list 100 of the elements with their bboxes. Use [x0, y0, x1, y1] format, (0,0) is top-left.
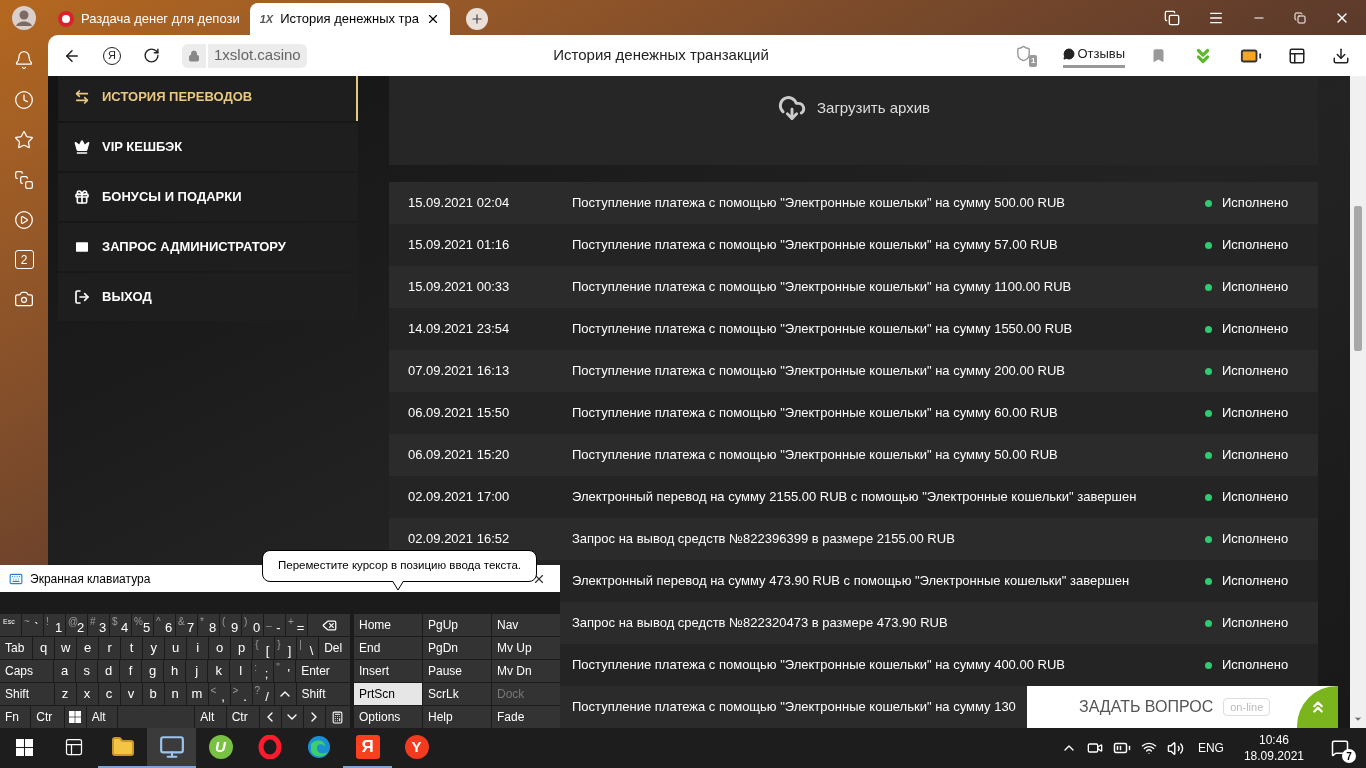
key[interactable]: t: [121, 637, 143, 659]
camera-icon[interactable]: [1086, 740, 1103, 756]
key[interactable]: $ 4: [110, 614, 131, 636]
key[interactable]: " ': [274, 660, 296, 682]
key[interactable]: k: [208, 660, 230, 682]
key[interactable]: y: [143, 637, 165, 659]
key[interactable]: g: [142, 660, 164, 682]
key[interactable]: [303, 706, 325, 728]
key[interactable]: [325, 706, 350, 728]
key[interactable]: Home: [354, 614, 422, 636]
star-icon[interactable]: [14, 130, 34, 150]
key[interactable]: x: [76, 683, 98, 705]
nav-item[interactable]: VIP КЕШБЭК: [58, 123, 358, 171]
key[interactable]: s: [76, 660, 98, 682]
key[interactable]: u: [165, 637, 187, 659]
key[interactable]: < ,: [208, 683, 230, 705]
key[interactable]: o: [209, 637, 231, 659]
scrollbar[interactable]: [1350, 76, 1366, 728]
key[interactable]: v: [120, 683, 142, 705]
key[interactable]: Tab: [0, 637, 33, 659]
key[interactable]: @2: [66, 614, 87, 636]
key[interactable]: Help: [423, 706, 491, 728]
key[interactable]: } ]: [275, 637, 297, 659]
key[interactable]: Pause: [423, 660, 491, 682]
key[interactable]: e: [77, 637, 99, 659]
key[interactable]: * 8: [198, 614, 219, 636]
key[interactable]: z: [54, 683, 76, 705]
key[interactable]: l: [230, 660, 252, 682]
key[interactable]: Alt: [195, 706, 226, 728]
key[interactable]: Caps: [0, 660, 54, 682]
notifications-button[interactable]: 7: [1320, 728, 1360, 768]
address-field[interactable]: 1xslot.casino: [208, 43, 307, 68]
key[interactable]: ScrLk: [423, 683, 491, 705]
key[interactable]: ( 9: [220, 614, 241, 636]
key[interactable]: ^ 6: [154, 614, 175, 636]
tabs-icon[interactable]: [1164, 9, 1180, 26]
key[interactable]: # 3: [88, 614, 109, 636]
key[interactable]: { [: [253, 637, 275, 659]
key[interactable]: & 7: [176, 614, 197, 636]
key[interactable]: h: [164, 660, 186, 682]
browser-tab[interactable]: Раздача денег для депози: [48, 3, 250, 35]
language-indicator[interactable]: ENG: [1193, 739, 1228, 757]
browser-tab[interactable]: 1X История денежных тра: [249, 3, 451, 35]
wifi-icon[interactable]: [1140, 740, 1157, 756]
restore-icon[interactable]: [1294, 11, 1306, 24]
key[interactable]: j: [186, 660, 208, 682]
key[interactable]: ) 0: [242, 614, 263, 636]
key[interactable]: Fn: [0, 706, 31, 728]
volume-icon[interactable]: [1166, 739, 1184, 757]
taskbar-button[interactable]: Y: [392, 728, 441, 768]
key[interactable]: Enter: [296, 660, 350, 682]
key[interactable]: : ;: [252, 660, 274, 682]
key[interactable]: End: [354, 637, 422, 659]
key[interactable]: w: [55, 637, 77, 659]
clock-icon[interactable]: [14, 90, 34, 110]
key[interactable]: [274, 683, 296, 705]
clock[interactable]: 10:46 18.09.2021: [1237, 732, 1310, 764]
nav-item[interactable]: ЗАПРОС АДМИНИСТРАТОРУ: [58, 223, 358, 271]
screenshot-icon[interactable]: [14, 289, 34, 309]
key[interactable]: [259, 706, 281, 728]
new-tab-button[interactable]: [466, 8, 489, 30]
scrollbar-thumb[interactable]: [1354, 206, 1362, 351]
key[interactable]: Ctr: [31, 706, 64, 728]
scroll-down-icon[interactable]: [1353, 714, 1363, 724]
key[interactable]: _ -: [264, 614, 285, 636]
counter-button[interactable]: 2: [14, 250, 34, 269]
key[interactable]: p: [231, 637, 253, 659]
key[interactable]: PgUp: [423, 614, 491, 636]
key[interactable]: Shift: [296, 683, 350, 705]
key[interactable]: n: [164, 683, 186, 705]
key[interactable]: i: [187, 637, 209, 659]
nav-item[interactable]: ИСТОРИЯ ПЕРЕВОДОВ: [58, 76, 358, 121]
avatar-icon[interactable]: [12, 6, 36, 30]
taskbar-button[interactable]: [147, 728, 196, 768]
collections-icon[interactable]: [14, 170, 34, 190]
key[interactable]: d: [98, 660, 120, 682]
key[interactable]: | \: [297, 637, 319, 659]
key[interactable]: %5: [132, 614, 153, 636]
key[interactable]: [64, 706, 86, 728]
key[interactable]: + =: [286, 614, 307, 636]
download-icon[interactable]: [1332, 46, 1350, 65]
key[interactable]: [308, 614, 350, 636]
key[interactable]: Insert: [354, 660, 422, 682]
reviews-button[interactable]: Отзывы: [1063, 43, 1125, 68]
key[interactable]: Del: [319, 637, 350, 659]
key[interactable]: r: [99, 637, 121, 659]
key[interactable]: Ctr: [226, 706, 259, 728]
extension-icon[interactable]: [1288, 46, 1306, 65]
key[interactable]: Fade: [492, 706, 560, 728]
key[interactable]: a: [54, 660, 76, 682]
reload-icon[interactable]: [143, 47, 160, 64]
key[interactable]: Options: [354, 706, 422, 728]
chat-widget[interactable]: ЗАДАТЬ ВОПРОС on-line: [1027, 686, 1338, 728]
key[interactable]: [281, 706, 303, 728]
key[interactable]: ? /: [252, 683, 274, 705]
key[interactable]: ~ `: [22, 614, 43, 636]
key[interactable]: m: [186, 683, 208, 705]
key[interactable]: b: [142, 683, 164, 705]
key[interactable]: Alt: [86, 706, 118, 728]
key[interactable]: f: [120, 660, 142, 682]
